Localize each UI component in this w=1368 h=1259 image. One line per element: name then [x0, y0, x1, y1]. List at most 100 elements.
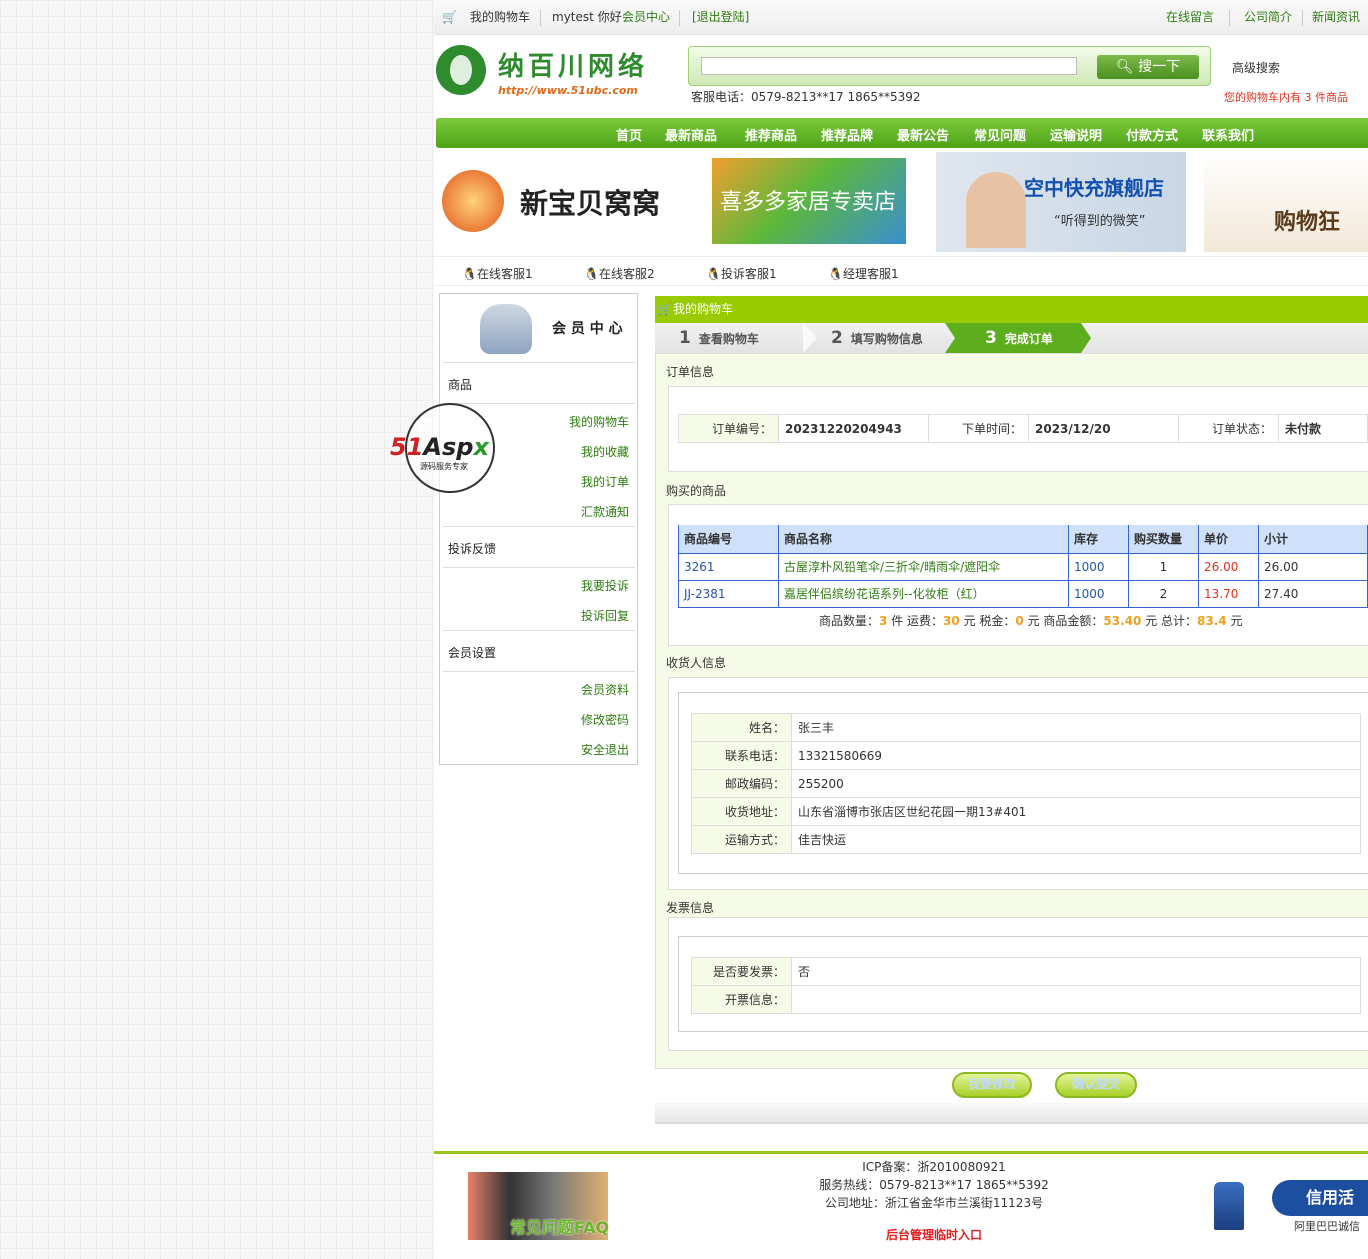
nav-contact[interactable]: 联系我们: [1202, 125, 1254, 144]
nav-brands[interactable]: 推荐品牌: [821, 125, 873, 144]
greeting: mytest 你好: [552, 10, 622, 24]
search-icon: 🔍︎: [1115, 59, 1139, 75]
about-link[interactable]: 公司简介: [1244, 0, 1292, 35]
logout-link[interactable]: [退出登陆]: [692, 0, 749, 35]
nav-recommended-products[interactable]: 推荐商品: [745, 125, 797, 144]
complaint-service-link[interactable]: 🐧投诉客服1: [706, 265, 777, 282]
receiver-name: 张三丰: [791, 713, 1361, 742]
banner-title: 新宝贝窝窝: [520, 187, 661, 220]
footer-hotline: 服务热线：0579-8213**17 1865**5392: [819, 1178, 1049, 1192]
order-status-label: 订单状态：: [1178, 414, 1279, 443]
invoice-info: [791, 985, 1361, 1014]
sidebar-item-my-cart[interactable]: 我的购物车: [569, 413, 629, 430]
service-phone: 客服电话：0579-8213**17 1865**5392: [691, 90, 921, 104]
table-row: JJ-2381 嘉居伴侣缤纷花语系列--化妆柜（红） 1000 2 13.70 27.40: [678, 579, 1368, 608]
search-button[interactable]: 🔍︎ 搜一下: [1097, 55, 1199, 79]
service-link-2[interactable]: 🐧在线客服2: [584, 265, 655, 282]
divider: [679, 10, 680, 26]
product-link[interactable]: 嘉居伴侣缤纷花语系列--化妆柜（红）: [778, 579, 1069, 608]
main-nav: 首页 最新商品 推荐商品 推荐品牌 最新公告 常见问题 运输说明 付款方式 联系…: [436, 118, 1368, 148]
manager-service-link[interactable]: 🐧经理客服1: [828, 265, 899, 282]
divider: [540, 10, 541, 26]
nav-announcements[interactable]: 最新公告: [897, 125, 949, 144]
cart-add-icon: 🛒: [657, 302, 672, 316]
sidebar-item-logout[interactable]: 安全退出: [581, 741, 629, 758]
divider: [1302, 10, 1303, 26]
nav-payment[interactable]: 付款方式: [1126, 125, 1178, 144]
confirm-submit-button[interactable]: 确认提交: [1055, 1072, 1137, 1098]
search-box: 🔍︎ 搜一下: [688, 46, 1211, 86]
banner-furniture[interactable]: 喜多多家居专卖店: [712, 158, 906, 244]
nav-new-products[interactable]: 最新商品: [665, 125, 717, 144]
qq-icon: 🐧: [706, 267, 721, 281]
news-link[interactable]: 新闻资讯: [1312, 0, 1360, 35]
sidebar-item-complaint-reply[interactable]: 投诉回复: [581, 607, 629, 624]
message-link[interactable]: 在线留言: [1166, 0, 1214, 35]
banner-title: 空中快充旗舰店: [1024, 176, 1164, 200]
modify-button[interactable]: 我要修改: [952, 1072, 1032, 1098]
sidebar-group-feedback: 投诉反馈: [448, 542, 497, 556]
receiver-frame: 姓名： 张三丰 联系电话： 13321580669 邮政编码： 255200 收货地址…: [678, 692, 1368, 874]
order-info-box: 订单编号： 20231220204943 下单时间： 2023/12/20 订单…: [668, 386, 1368, 472]
search-input[interactable]: [701, 57, 1077, 75]
credit-badge[interactable]: 信用活: [1272, 1180, 1368, 1216]
police-badge-icon[interactable]: [1214, 1182, 1244, 1230]
footer-divider: [434, 1151, 1368, 1154]
order-info-table: 订单编号： 20231220204943 下单时间： 2023/12/20 订单…: [678, 414, 1368, 443]
step-fill-info: 2 填写购物信息: [831, 328, 923, 348]
goods-table: 商品编号 商品名称 库存 购买数量 单价 小计 3261 古屋淳朴风铅笔伞/三折伞/晴雨伞/…: [678, 525, 1368, 608]
sidebar-item-orders[interactable]: 我的订单: [581, 473, 629, 490]
sidebar-item-remittance[interactable]: 汇款通知: [581, 503, 629, 520]
banner-baby[interactable]: 新宝贝窝窝: [438, 152, 688, 252]
credit-label: 信用活: [1306, 1188, 1355, 1207]
order-status: 未付款: [1278, 414, 1368, 443]
goods-heading: 购买的商品: [666, 484, 727, 498]
advanced-search-link[interactable]: 高级搜索: [1232, 59, 1280, 76]
admin-entry-link[interactable]: 后台管理临时入口: [734, 1226, 1134, 1244]
step-view-cart: 1 查看购物车: [679, 328, 759, 348]
service-label: 在线客服2: [598, 267, 655, 281]
footer-address: 公司地址：浙江省金华市兰溪街11123号: [824, 1196, 1044, 1210]
banner-telecom[interactable]: 空中快充旗舰店 “听得到的微笑”: [936, 152, 1186, 252]
alibaba-label: 阿里巴巴诚信: [1294, 1220, 1360, 1233]
divider: [1229, 10, 1230, 26]
invoice-box: 是否要发票：否 开票信息：: [668, 917, 1368, 1051]
sidebar-item-password[interactable]: 修改密码: [581, 711, 629, 728]
panel-footer-bar: [655, 1103, 1368, 1124]
top-bar: 🛒 我的购物车 mytest 你好 会员中心 [退出登陆] 在线留言 公司简介 …: [434, 0, 1368, 35]
banner-shopping[interactable]: 购物狂: [1204, 152, 1368, 252]
search-button-label: 搜一下: [1138, 59, 1181, 75]
order-info-heading: 订单信息: [666, 365, 715, 379]
cart-info[interactable]: 您的购物车内有 3 件商品: [1224, 89, 1348, 105]
order-no-label: 订单编号：: [678, 414, 779, 443]
invoice-required: 否: [791, 957, 1361, 986]
service-label: 在线客服1: [476, 267, 533, 281]
sidebar-group-settings: 会员设置: [448, 646, 497, 660]
cart-title-bar: 🛒 我的购物车: [655, 296, 1368, 323]
receiver-box: 姓名： 张三丰 联系电话： 13321580669 邮政编码： 255200 收货地址…: [668, 677, 1368, 890]
my-cart-link[interactable]: 我的购物车: [470, 0, 530, 35]
member-center-link[interactable]: 会员中心: [622, 0, 670, 35]
goods-box: 商品编号 商品名称 库存 购买数量 单价 小计 3261 古屋淳朴风铅笔伞/三折伞/晴雨伞/…: [668, 504, 1368, 646]
receiver-table: 姓名： 张三丰 联系电话： 13321580669 邮政编码： 255200 收货地址…: [691, 713, 1361, 854]
qq-icon: 🐧: [584, 267, 599, 281]
nav-home[interactable]: 首页: [616, 125, 642, 144]
product-link[interactable]: 古屋淳朴风铅笔伞/三折伞/晴雨伞/遮阳伞: [778, 552, 1069, 581]
receiver-phone: 13321580669: [791, 741, 1361, 770]
sidebar-item-favorites[interactable]: 我的收藏: [581, 443, 629, 460]
nav-shipping[interactable]: 运输说明: [1050, 125, 1102, 144]
service-link-1[interactable]: 🐧在线客服1: [462, 265, 533, 282]
sidebar-item-complain[interactable]: 我要投诉: [581, 577, 629, 594]
checkout-steps: 1 查看购物车 2 填写购物信息 3 完成订单: [655, 323, 1368, 353]
watermark-tagline: 源码服务专家: [420, 462, 468, 471]
order-summary: 商品数量：3 件 运费：30 元 税金：0 元 商品金额：53.40 元 总计：…: [819, 614, 1243, 628]
receiver-heading: 收货人信息: [666, 656, 727, 670]
nav-faq[interactable]: 常见问题: [974, 125, 1026, 144]
sidebar-item-profile[interactable]: 会员资料: [581, 681, 629, 698]
sidebar-group-goods: 商品: [448, 378, 473, 392]
cart-icon: 🛒: [442, 10, 457, 24]
banner-title: 购物狂: [1274, 210, 1341, 235]
invoice-frame: 是否要发票：否 开票信息：: [678, 936, 1368, 1032]
faq-banner[interactable]: 常见问题FAQ: [464, 1172, 642, 1240]
member-sidebar: 会 员 中 心 商品 我的购物车 我的收藏 我的订单 汇款通知 投诉反馈 我要投…: [439, 293, 638, 765]
